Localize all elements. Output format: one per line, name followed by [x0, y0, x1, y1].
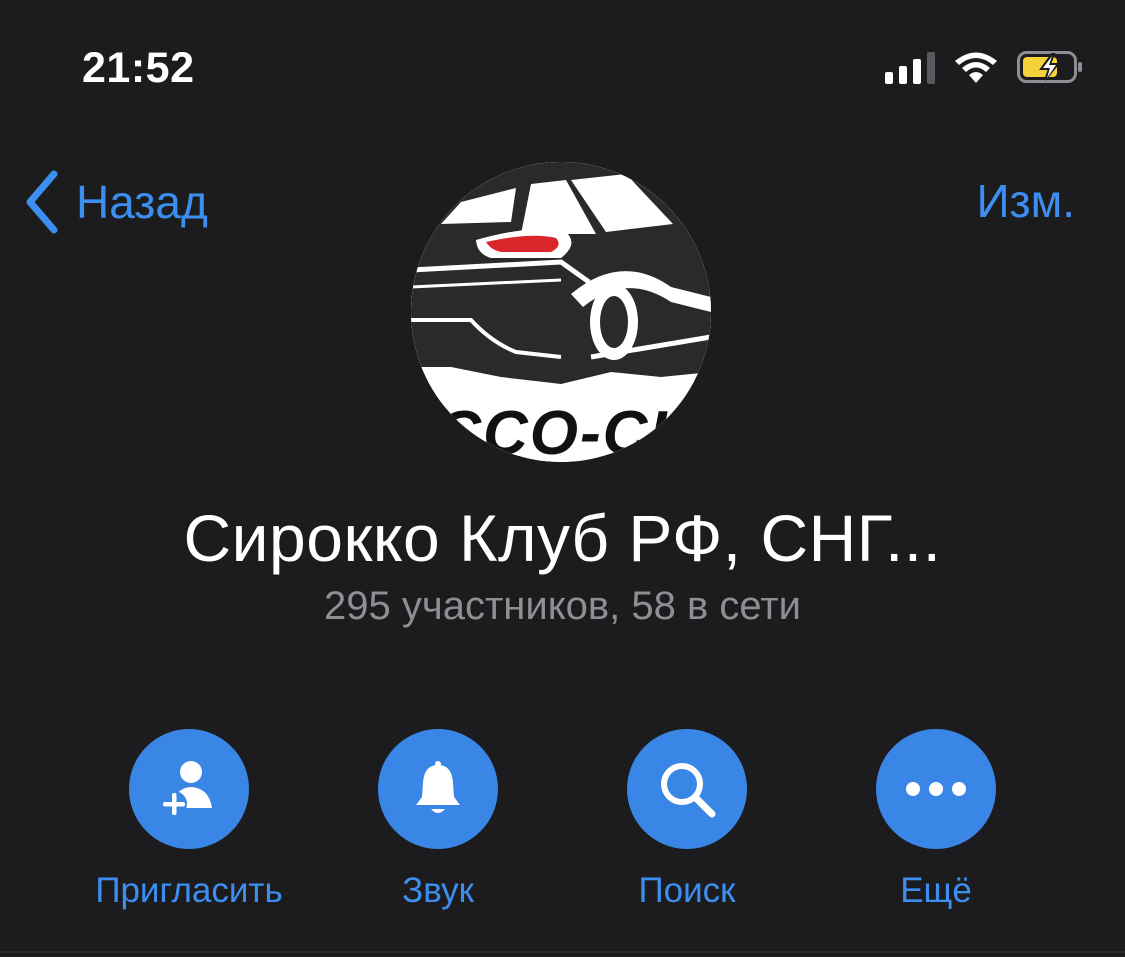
status-icons [885, 50, 1083, 84]
cellular-signal-icon [885, 50, 935, 84]
status-time: 21:52 [82, 44, 195, 92]
wifi-icon [955, 52, 997, 83]
more-label: Ещё [900, 871, 972, 910]
bell-icon [416, 761, 460, 813]
search-icon [661, 763, 716, 818]
section-divider [0, 951, 1125, 953]
more-button[interactable]: Ещё [806, 729, 1066, 911]
back-label: Назад [76, 176, 208, 228]
search-circle[interactable] [627, 729, 747, 849]
sound-button[interactable]: Звук [308, 729, 568, 911]
group-info-screen: 21:52 Назад Изм. CCO-CL Сирокко Клуб РФ,… [0, 0, 1125, 957]
sound-circle[interactable] [378, 729, 498, 849]
sound-label: Звук [402, 871, 474, 910]
more-circle[interactable] [876, 729, 996, 849]
edit-button[interactable]: Изм. [976, 174, 1075, 228]
battery-charging-icon [1017, 51, 1082, 83]
search-button[interactable]: Поиск [557, 729, 817, 911]
group-member-count: 295 участников, 58 в сети [324, 584, 801, 628]
car-logo-image: ROCCO-CLUB [411, 162, 711, 462]
invite-button[interactable]: Пригласить [59, 729, 319, 911]
add-user-icon [161, 761, 212, 817]
more-icon [906, 782, 966, 796]
invite-circle[interactable] [129, 729, 249, 849]
back-button[interactable]: Назад [22, 170, 208, 234]
search-label: Поиск [638, 871, 736, 910]
chevron-left-icon [26, 170, 58, 234]
group-title: Сирокко Клуб РФ, СНГ... [183, 501, 942, 575]
invite-label: Пригласить [95, 871, 283, 910]
action-bar: Пригласить Звук Поиск Ещё [0, 729, 1125, 929]
avatar-logo-text: ROCCO-CLUB [411, 399, 711, 462]
group-avatar[interactable]: ROCCO-CLUB [411, 162, 711, 462]
